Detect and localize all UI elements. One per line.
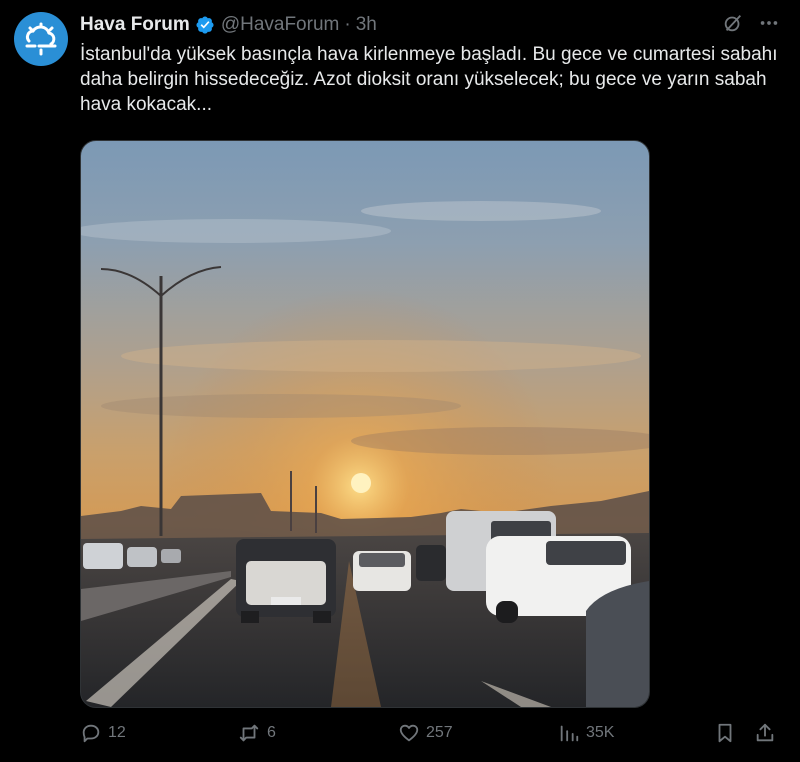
separator-dot: · — [344, 14, 351, 35]
tweet-actions: 12 6 257 35K — [80, 722, 778, 752]
bookmark-action[interactable] — [714, 722, 736, 744]
bookmark-icon — [718, 723, 732, 743]
like-action[interactable]: 257 — [398, 722, 453, 744]
repost-action[interactable]: 6 — [237, 722, 276, 744]
tweet-text: İstanbul'da yüksek basınçla hava kirlenm… — [80, 44, 778, 115]
like-count: 257 — [426, 724, 453, 741]
view-count: 35K — [586, 724, 615, 741]
timestamp[interactable]: 3h — [356, 14, 377, 36]
author-name[interactable]: Hava Forum — [80, 14, 190, 36]
heart-icon — [399, 724, 419, 742]
tweet-photo[interactable] — [80, 140, 650, 708]
author-handle[interactable]: @HavaForum — [221, 14, 340, 36]
avatar[interactable] — [14, 12, 68, 66]
reply-action[interactable]: 12 — [80, 722, 126, 744]
reply-count: 12 — [108, 724, 126, 741]
views-action[interactable]: 35K — [558, 722, 614, 744]
highway-sunset-image — [81, 141, 649, 707]
repost-icon — [239, 724, 259, 742]
verified-badge-icon[interactable] — [195, 15, 215, 35]
share-action[interactable] — [754, 722, 776, 744]
reply-icon — [82, 724, 100, 743]
views-chart-icon — [560, 725, 579, 742]
repost-count: 6 — [267, 724, 276, 741]
more-options-icon[interactable] — [758, 12, 780, 34]
sun-cloud-logo-icon — [25, 22, 57, 56]
tweet-header: Hava Forum @HavaForum · 3h — [80, 12, 780, 38]
grok-icon[interactable] — [722, 12, 744, 34]
share-icon — [756, 723, 774, 742]
